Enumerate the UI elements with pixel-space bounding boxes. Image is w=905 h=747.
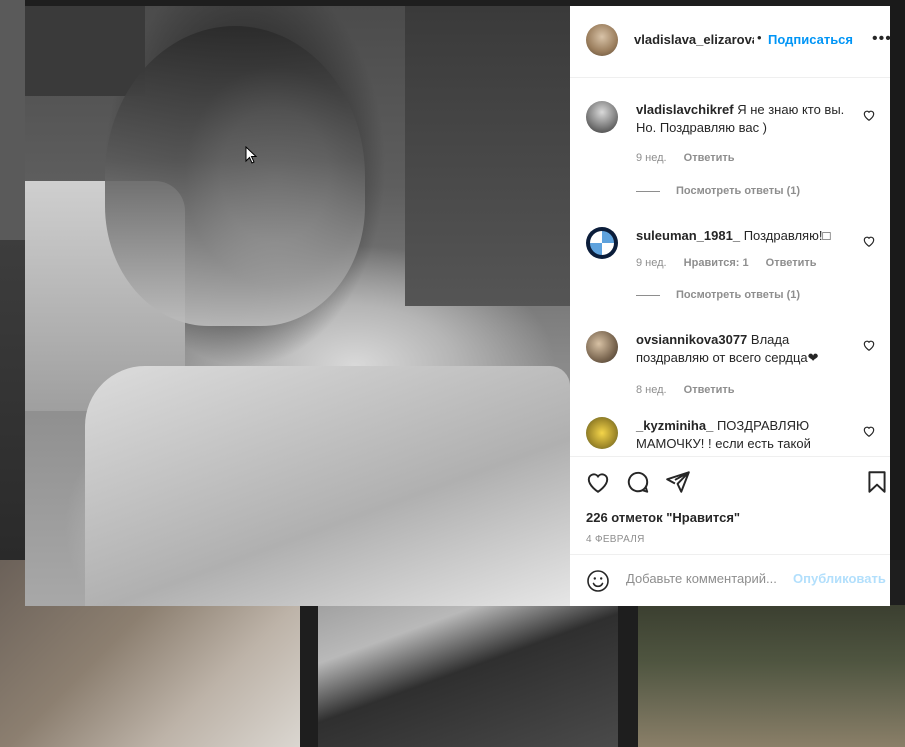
comment-like-icon[interactable]	[862, 424, 876, 438]
comments-list[interactable]: vladislavchikref Я не знаю кто вы. Но. П…	[570, 78, 890, 456]
comment-time[interactable]: 8 нед.	[636, 384, 667, 396]
comment-like-icon[interactable]	[862, 108, 876, 122]
comment-meta: 9 нед. Ответить	[636, 152, 749, 164]
comment-meta: 9 нед. Нравится: 1 Ответить	[636, 257, 831, 269]
follow-button[interactable]: Подписаться	[768, 32, 853, 47]
view-replies-button[interactable]: Посмотреть ответы (1)	[636, 185, 800, 197]
view-replies-label: Посмотреть ответы (1)	[676, 289, 801, 301]
bmw-logo-icon	[590, 231, 614, 255]
photo-headboard	[25, 6, 145, 96]
grid-thumbnail[interactable]	[638, 605, 905, 747]
background-thumbnail[interactable]	[890, 0, 905, 560]
comment-icon[interactable]	[625, 469, 651, 495]
post-date[interactable]: 4 февраля	[586, 534, 645, 545]
comment-text: Поздравляю!□	[743, 228, 831, 243]
post-comment-button[interactable]: Опубликовать	[793, 571, 886, 586]
bookmark-icon[interactable]	[864, 469, 890, 495]
post-header: vladislava_elizarova • Подписаться •••	[570, 6, 892, 78]
comment-likes[interactable]: Нравится: 1	[684, 257, 749, 269]
author-username[interactable]: vladislava_elizarova	[634, 32, 754, 47]
comment-meta: 8 нед. Ответить	[636, 384, 749, 396]
comment-time[interactable]: 9 нед.	[636, 257, 667, 269]
background-thumbnail[interactable]	[0, 0, 25, 240]
post-photo[interactable]	[25, 6, 570, 606]
comment-input[interactable]: Добавьте комментарий...	[626, 571, 792, 586]
post-sidebar: vladislava_elizarova • Подписаться ••• v…	[570, 6, 892, 607]
smiley-icon[interactable]	[586, 569, 610, 593]
separator-dot: •	[757, 30, 762, 45]
reply-button[interactable]: Ответить	[684, 152, 735, 164]
mouse-cursor-icon	[245, 146, 257, 164]
reply-button[interactable]: Ответить	[766, 257, 817, 269]
commenter-avatar[interactable]	[586, 417, 618, 449]
view-replies-label: Посмотреть ответы (1)	[676, 185, 801, 197]
photo-wall	[405, 6, 570, 306]
commenter-avatar[interactable]	[586, 331, 618, 363]
reply-button[interactable]: Ответить	[684, 384, 735, 396]
post-actions: 226 отметок "Нравится" 4 февраля	[570, 456, 890, 547]
add-comment-bar: Добавьте комментарий... Опубликовать	[570, 554, 890, 607]
photo-blanket	[85, 366, 570, 606]
comment-username[interactable]: ovsiannikova3077	[636, 332, 747, 347]
comment-username[interactable]: vladislavchikref	[636, 102, 734, 117]
comment-username[interactable]: _kyzminiha_	[636, 418, 713, 433]
comment-time[interactable]: 9 нед.	[636, 152, 667, 164]
view-replies-button[interactable]: Посмотреть ответы (1)	[636, 289, 800, 301]
like-count[interactable]: 226 отметок "Нравится"	[586, 510, 740, 525]
heart-icon[interactable]	[585, 469, 611, 495]
background-thumbnail[interactable]	[0, 240, 25, 560]
replies-divider	[636, 190, 660, 192]
comment-like-icon[interactable]	[862, 234, 876, 248]
photo-figure	[105, 26, 365, 326]
comment-username[interactable]: suleuman_1981_	[636, 228, 740, 243]
comment-like-icon[interactable]	[862, 338, 876, 352]
commenter-avatar[interactable]	[586, 101, 618, 133]
paper-plane-icon[interactable]	[665, 469, 691, 495]
more-options-icon[interactable]: •••	[872, 30, 892, 48]
replies-divider	[636, 294, 660, 296]
commenter-avatar[interactable]	[586, 227, 618, 259]
author-avatar[interactable]	[586, 24, 618, 56]
